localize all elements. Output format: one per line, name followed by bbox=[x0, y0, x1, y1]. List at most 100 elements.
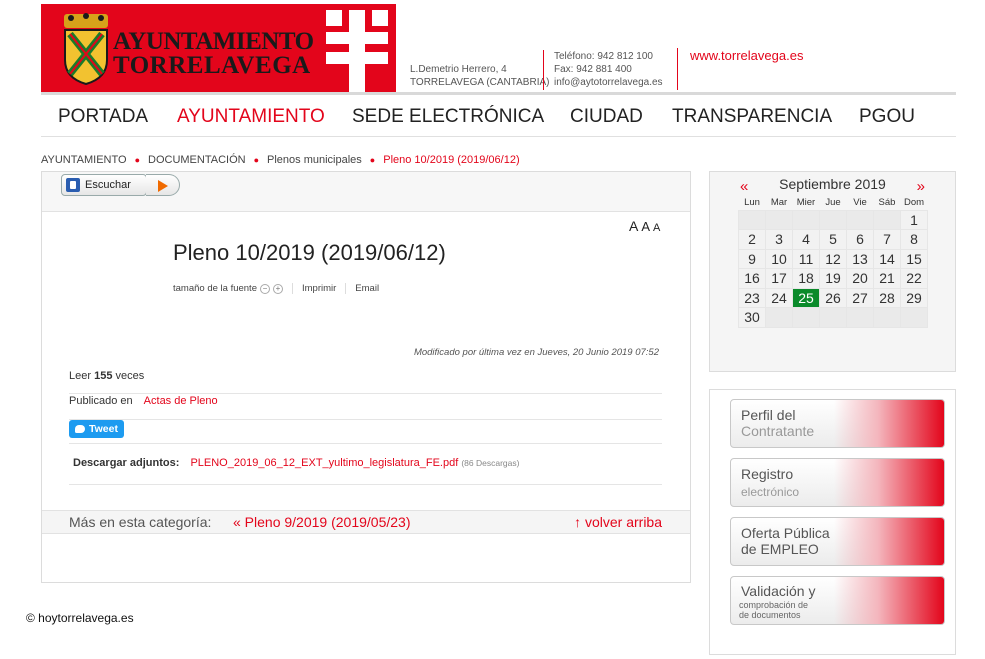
fax: Fax: 942 881 400 bbox=[554, 64, 632, 75]
calendar-day[interactable]: 5 bbox=[819, 229, 847, 250]
calendar-day[interactable]: 4 bbox=[792, 229, 820, 250]
nav-ayuntamiento[interactable]: AYUNTAMIENTO bbox=[177, 106, 325, 128]
calendar-day[interactable]: 6 bbox=[846, 229, 874, 250]
calendar-empty-cell bbox=[792, 209, 820, 230]
font-large-button[interactable]: A bbox=[629, 218, 641, 234]
logo-text: AYUNTAMIENTO TORRELAVEGA bbox=[113, 28, 314, 79]
listen-button[interactable]: Escuchar bbox=[61, 174, 147, 196]
calendar-weekday: Mier bbox=[796, 197, 816, 209]
hits-count: 155 bbox=[94, 370, 113, 382]
email-link[interactable]: Email bbox=[355, 283, 379, 294]
handshake-figures-icon bbox=[834, 518, 944, 565]
calendar-day[interactable]: 28 bbox=[873, 287, 901, 308]
calendar-weekday: Dom bbox=[903, 197, 925, 209]
calendar-day[interactable]: 29 bbox=[900, 287, 928, 308]
calendar-day[interactable]: 14 bbox=[873, 248, 901, 269]
font-increase-button[interactable]: + bbox=[272, 283, 283, 294]
calendar-day[interactable]: 21 bbox=[873, 268, 901, 289]
font-decrease-button[interactable]: − bbox=[259, 283, 270, 294]
calendar-day[interactable]: 15 bbox=[900, 248, 928, 269]
back-to-top-link[interactable]: ↑ volver arriba bbox=[574, 514, 662, 530]
breadcrumb-ayuntamiento[interactable]: AYUNTAMIENTO bbox=[41, 154, 127, 166]
calendar-day[interactable]: 11 bbox=[792, 248, 820, 269]
calendar-day[interactable]: 30 bbox=[738, 307, 766, 328]
tower-logo-icon bbox=[318, 4, 396, 92]
calendar-empty-cell bbox=[873, 209, 901, 230]
calendar-day[interactable]: 26 bbox=[819, 287, 847, 308]
print-link[interactable]: Imprimir bbox=[302, 283, 336, 294]
calendar-week: 9 10 11 12 13 14 15 bbox=[738, 248, 928, 269]
category-link[interactable]: Actas de Pleno bbox=[144, 395, 218, 407]
breadcrumb-current: Pleno 10/2019 (2019/06/12) bbox=[383, 154, 520, 166]
prev-article-link[interactable]: « Pleno 9/2019 (2019/05/23) bbox=[233, 514, 410, 530]
banner-title: Registro bbox=[741, 466, 794, 482]
calendar-day[interactable]: 12 bbox=[819, 248, 847, 269]
breadcrumb: AYUNTAMIENTO ● DOCUMENTACIÓN ● Plenos munici… bbox=[41, 154, 520, 166]
address: L.Demetrio Herrero, 4 TORRELAVEGA (CANTA… bbox=[410, 63, 549, 89]
play-icon[interactable] bbox=[146, 174, 180, 196]
website-link[interactable]: www.torrelavega.es bbox=[677, 48, 803, 90]
font-size-label: tamaño de la fuente bbox=[173, 283, 257, 294]
banner-title: Validación y bbox=[741, 583, 816, 599]
banner-subtitle: de documentos bbox=[739, 610, 801, 620]
calendar-day[interactable]: 2 bbox=[738, 229, 766, 250]
barcode-icon bbox=[834, 577, 944, 624]
calendar-day[interactable]: 10 bbox=[765, 248, 793, 269]
nav-sede-electronica[interactable]: SEDE ELECTRÓNICA bbox=[352, 106, 544, 128]
registro-electronico-banner[interactable]: Registro electrónico bbox=[730, 458, 945, 507]
logo-line2: TORRELAVEGA bbox=[113, 52, 311, 79]
calendar-day[interactable]: 22 bbox=[900, 268, 928, 289]
calendar-weekday: Jue bbox=[825, 197, 841, 209]
calendar-day[interactable]: 27 bbox=[846, 287, 874, 308]
pen-signature-icon bbox=[834, 400, 944, 447]
published-label: Publicado en bbox=[69, 395, 133, 407]
attachments-label: Descargar adjuntos: bbox=[73, 457, 180, 469]
calendar-next-button[interactable]: » bbox=[917, 178, 925, 195]
calendar-weekday: Lun bbox=[744, 197, 760, 209]
calendar-day[interactable]: 20 bbox=[846, 268, 874, 289]
breadcrumb-documentacion[interactable]: DOCUMENTACIÓN bbox=[148, 154, 246, 166]
calendar-day[interactable]: 13 bbox=[846, 248, 874, 269]
nav-pgou[interactable]: PGOU bbox=[859, 106, 915, 128]
breadcrumb-plenos[interactable]: Plenos municipales bbox=[267, 154, 362, 166]
calendar-day[interactable]: 24 bbox=[765, 287, 793, 308]
hits-row: Leer 155 veces bbox=[69, 370, 662, 394]
logo-line1: AYUNTAMIENTO bbox=[113, 28, 314, 55]
font-small-button[interactable]: A bbox=[653, 222, 663, 234]
calendar-day[interactable]: 7 bbox=[873, 229, 901, 250]
twitter-bird-icon bbox=[75, 425, 85, 433]
calendar-day[interactable]: 23 bbox=[738, 287, 766, 308]
oferta-empleo-banner[interactable]: Oferta Pública de EMPLEO bbox=[730, 517, 945, 566]
attachment-link[interactable]: PLENO_2019_06_12_EXT_yultimo_legislatura… bbox=[190, 457, 458, 469]
email[interactable]: info@aytotorrelavega.es bbox=[554, 76, 663, 89]
calendar-week: 2345678 bbox=[738, 229, 928, 250]
nav-portada[interactable]: PORTADA bbox=[58, 106, 148, 128]
calendar-day[interactable]: 25 bbox=[792, 287, 820, 308]
calendar-prev-button[interactable]: « bbox=[740, 178, 748, 195]
calendar-day[interactable]: 8 bbox=[900, 229, 928, 250]
calendar-day[interactable]: 19 bbox=[819, 268, 847, 289]
logo-block[interactable]: AYUNTAMIENTO TORRELAVEGA bbox=[41, 4, 396, 92]
calendar-day[interactable]: 9 bbox=[738, 248, 766, 269]
perfil-contratante-banner[interactable]: Perfil del Contratante bbox=[730, 399, 945, 448]
listen-label: Escuchar bbox=[85, 179, 131, 191]
validacion-documentos-banner[interactable]: Validación y comprobación de de document… bbox=[730, 576, 945, 625]
nav-ciudad[interactable]: CIUDAD bbox=[570, 106, 643, 128]
calendar-day[interactable]: 17 bbox=[765, 268, 793, 289]
calendar-day[interactable]: 18 bbox=[792, 268, 820, 289]
calendar-empty-cell bbox=[819, 307, 847, 328]
copyright-watermark: © hoytorrelavega.es bbox=[26, 611, 134, 625]
calendar-day[interactable]: 1 bbox=[900, 209, 928, 230]
modified-date: Modificado por última vez en Jueves, 20 … bbox=[413, 347, 659, 358]
calendar-grid: Lun Mar Mier Jue Vie Sáb Dom 1 2 3 4 5 6 7 8 9 10 11 12 13… bbox=[738, 196, 928, 328]
address-line1: L.Demetrio Herrero, 4 bbox=[410, 64, 507, 75]
calendar-empty-cell bbox=[900, 307, 928, 328]
font-medium-button[interactable]: A bbox=[641, 219, 653, 234]
tweet-button[interactable]: Tweet bbox=[69, 420, 124, 438]
calendar-day[interactable]: 16 bbox=[738, 268, 766, 289]
banner-title: Perfil del bbox=[741, 407, 796, 423]
nav-transparencia[interactable]: TRANSPARENCIA bbox=[672, 106, 832, 128]
calendar-day[interactable]: 3 bbox=[765, 229, 793, 250]
article-tools: tamaño de la fuente − + Imprimir Email bbox=[173, 283, 379, 294]
address-line2: TORRELAVEGA (CANTABRIA) bbox=[410, 77, 550, 88]
